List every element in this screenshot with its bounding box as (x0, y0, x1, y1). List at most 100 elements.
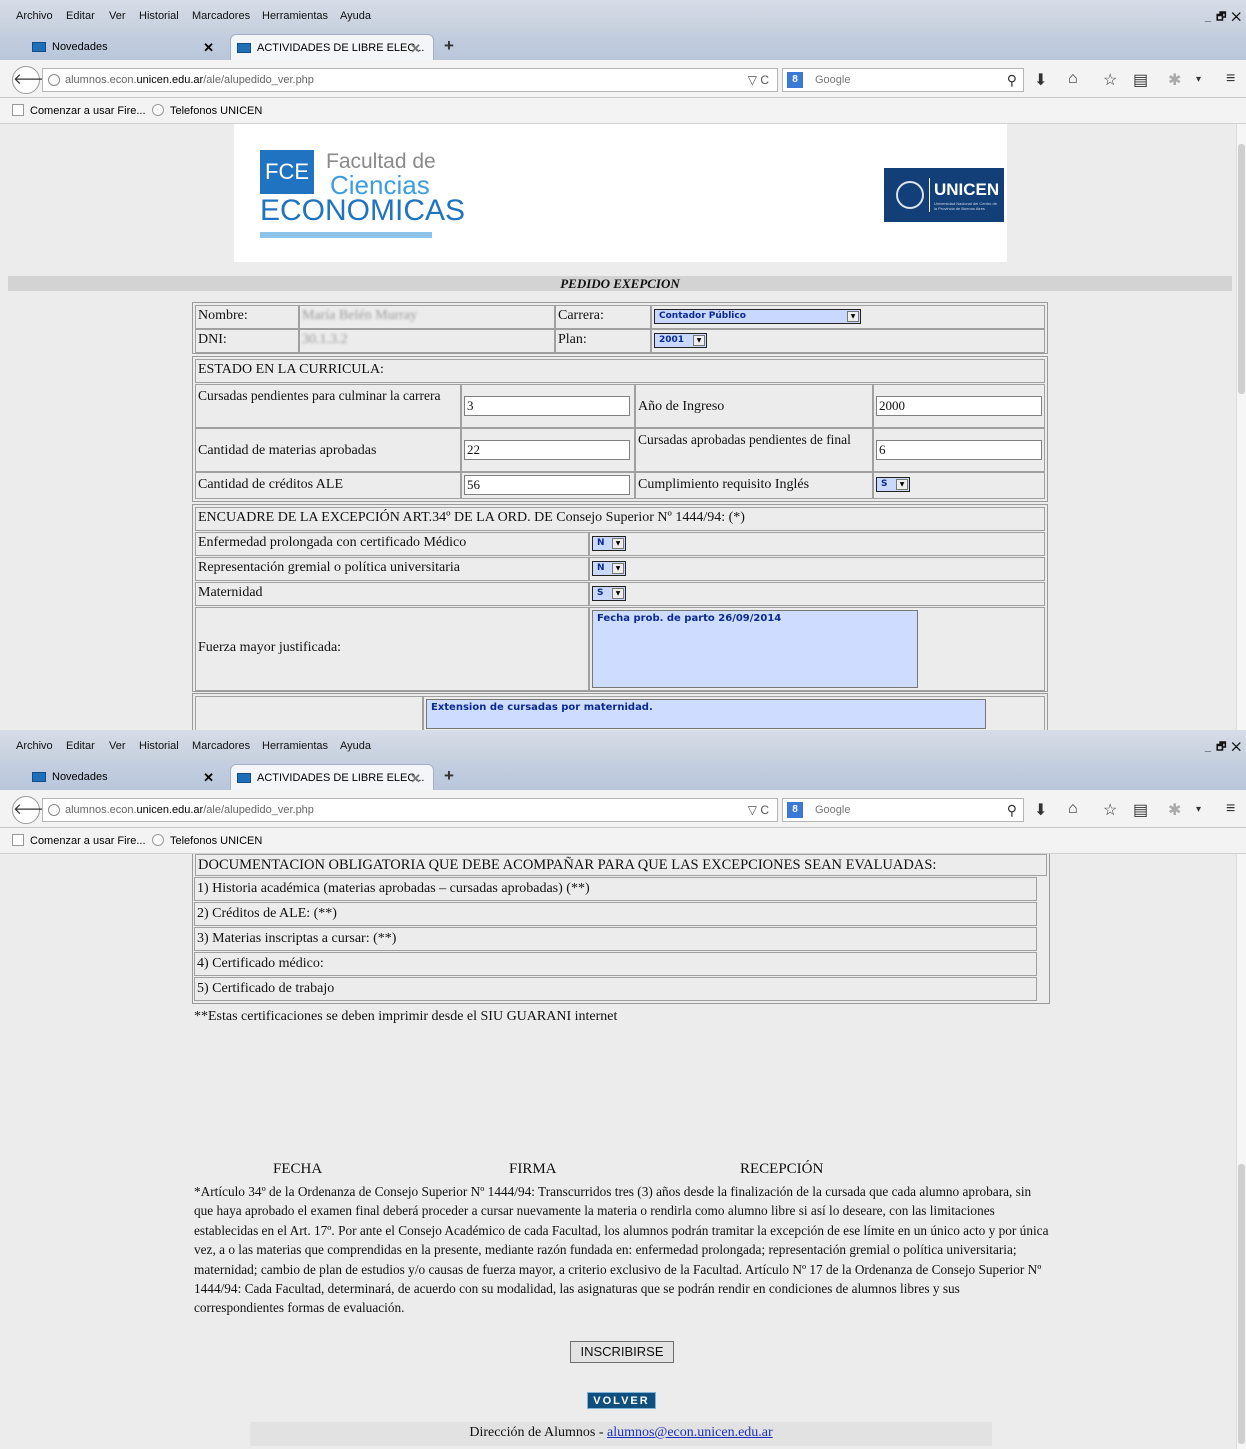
close-icon[interactable]: ✕ (410, 41, 421, 57)
bookmark-comenzar[interactable]: Comenzar a usar Fire... (12, 104, 146, 117)
inscribirse-button[interactable]: INSCRIBIRSE (570, 1341, 674, 1363)
email-link[interactable]: alumnos@econ.unicen.edu.ar (607, 1425, 773, 1440)
url-prefix: alumnos.econ. (65, 74, 137, 86)
star-icon[interactable]: ☆ (1103, 70, 1117, 90)
observacion-textarea[interactable]: Extension de cursadas por maternidad. (426, 699, 986, 729)
search-input[interactable]: 8 Google ⚲ (782, 798, 1024, 822)
menu-icon[interactable]: ≡ (1226, 800, 1235, 818)
tab-actividades[interactable]: ACTIVIDADES DE LIBRE ELEC... ✕ (230, 34, 434, 60)
docs-note: **Estas certificaciones se deben imprimi… (194, 1009, 618, 1024)
observacion-label (195, 696, 423, 730)
close-icon[interactable]: ✕ (203, 770, 214, 786)
window-controls[interactable]: _ 🗗 ✕ (1205, 738, 1242, 757)
page-icon (12, 104, 24, 116)
tab-actividades[interactable]: ACTIVIDADES DE LIBRE ELEC... ✕ (230, 764, 434, 790)
reading-list-icon[interactable]: ▤ (1133, 800, 1148, 820)
observacion-cell: Extension de cursadas por maternidad. (423, 696, 1045, 730)
new-tab-icon[interactable]: + (444, 766, 454, 786)
download-icon[interactable]: ⬇ (1034, 70, 1047, 90)
dropdown-icon[interactable]: ▾ (1196, 804, 1201, 815)
menu-bar: Archivo Editar Ver Historial Marcadores … (0, 730, 1246, 762)
volver-button[interactable]: VOLVER (587, 1392, 656, 1409)
reading-list-icon[interactable]: ▤ (1133, 70, 1148, 90)
bookmark-telefonos[interactable]: Telefonos UNICEN (152, 834, 262, 847)
menu-marcadores[interactable]: Marcadores (192, 740, 250, 752)
new-tab-icon[interactable]: + (444, 36, 454, 56)
menu-historial[interactable]: Historial (139, 10, 179, 22)
creditos-input[interactable]: 56 (464, 475, 630, 495)
menu-editar[interactable]: Editar (66, 10, 95, 22)
article-text: *Artículo 34º de la Ordenanza de Consejo… (194, 1184, 1049, 1316)
carrera-label: Carrera: (555, 305, 651, 329)
enfermedad-select[interactable]: N ▼ (592, 536, 626, 551)
unicen-logo: UNICEN Universidad Nacional del Centro d… (884, 168, 1004, 222)
maternidad-label: Maternidad (195, 582, 589, 606)
ingles-select[interactable]: S ▼ (876, 477, 910, 492)
globe-icon (48, 804, 60, 816)
menu-marcadores[interactable]: Marcadores (192, 10, 250, 22)
tab-label: Novedades (52, 771, 108, 783)
anio-ingreso-cell: 2000 (873, 384, 1045, 428)
nav-bar: 🡐 alumnos.econ.unicen.edu.ar/ale/alupedi… (0, 790, 1246, 828)
browser-window-bottom: Archivo Editar Ver Historial Marcadores … (0, 730, 1246, 1449)
vertical-scrollbar[interactable] (1236, 124, 1246, 730)
menu-historial[interactable]: Historial (139, 740, 179, 752)
window-controls[interactable]: _ 🗗 ✕ (1205, 8, 1242, 27)
cursadas-aprob-cell: 6 (873, 428, 1045, 472)
addon-icon[interactable]: ✱ (1168, 800, 1181, 820)
bookmark-comenzar[interactable]: Comenzar a usar Fire... (12, 834, 146, 847)
menu-herramientas[interactable]: Herramientas (262, 740, 328, 752)
bookmarks-bar: Comenzar a usar Fire... Telefonos UNICEN (0, 828, 1246, 854)
carrera-select[interactable]: Contador Público ▼ (654, 309, 861, 324)
materias-aprob-label: Cantidad de materias aprobadas (195, 428, 461, 472)
menu-archivo[interactable]: Archivo (16, 10, 53, 22)
back-arrow-icon[interactable]: 🡐 (12, 66, 53, 94)
home-icon[interactable]: ⌂ (1068, 70, 1078, 88)
menu-editar[interactable]: Editar (66, 740, 95, 752)
maternidad-cell: S ▼ (589, 582, 1045, 606)
dropdown-icon[interactable]: ▾ (1196, 74, 1201, 85)
menu-ayuda[interactable]: Ayuda (340, 740, 371, 752)
unicen-favicon-icon (152, 834, 164, 846)
tab-novedades[interactable]: Novedades ✕ (26, 34, 226, 60)
chevron-down-icon: ▼ (896, 479, 908, 490)
menu-herramientas[interactable]: Herramientas (262, 10, 328, 22)
tab-label: ACTIVIDADES DE LIBRE ELEC... (257, 772, 425, 784)
search-icon[interactable]: ⚲ (1007, 69, 1017, 91)
bookmark-telefonos[interactable]: Telefonos UNICEN (152, 104, 262, 117)
close-icon[interactable]: ✕ (203, 40, 214, 56)
menu-ver[interactable]: Ver (109, 10, 126, 22)
cursadas-pend-label: Cursadas pendientes para culminar la car… (195, 384, 461, 428)
google-icon: 8 (787, 802, 803, 818)
fce-favicon-icon (237, 773, 251, 783)
cursadas-pend-input[interactable]: 3 (464, 396, 630, 416)
star-icon[interactable]: ☆ (1103, 800, 1117, 820)
anio-ingreso-input[interactable]: 2000 (876, 396, 1042, 416)
reload-icon[interactable]: ▽ C (748, 799, 769, 821)
url-bar[interactable]: alumnos.econ.unicen.edu.ar/ale/alupedido… (42, 798, 778, 822)
nombre-label: Nombre: (195, 305, 299, 329)
search-input[interactable]: 8 Google ⚲ (782, 68, 1024, 92)
maternidad-select[interactable]: S ▼ (592, 586, 626, 601)
download-icon[interactable]: ⬇ (1034, 800, 1047, 820)
back-arrow-icon[interactable]: 🡐 (12, 796, 53, 824)
close-icon[interactable]: ✕ (410, 771, 421, 787)
materias-aprob-input[interactable]: 22 (464, 440, 630, 460)
cursadas-aprob-input[interactable]: 6 (876, 440, 1042, 460)
menu-archivo[interactable]: Archivo (16, 740, 53, 752)
menu-icon[interactable]: ≡ (1226, 70, 1235, 88)
home-icon[interactable]: ⌂ (1068, 800, 1078, 818)
vertical-scrollbar[interactable] (1236, 854, 1246, 1449)
addon-icon[interactable]: ✱ (1168, 70, 1181, 90)
url-bar[interactable]: alumnos.econ.unicen.edu.ar/ale/alupedido… (42, 68, 778, 92)
search-icon[interactable]: ⚲ (1007, 799, 1017, 821)
representacion-select[interactable]: N ▼ (592, 561, 626, 576)
tab-novedades[interactable]: Novedades ✕ (26, 764, 226, 790)
plan-select[interactable]: 2001 ▼ (654, 333, 707, 348)
menu-ayuda[interactable]: Ayuda (340, 10, 371, 22)
fuerza-textarea[interactable]: Fecha prob. de parto 26/09/2014 (592, 610, 918, 688)
menu-ver[interactable]: Ver (109, 740, 126, 752)
cursadas-pend-cell: 3 (461, 384, 635, 428)
reload-icon[interactable]: ▽ C (748, 69, 769, 91)
search-placeholder: Google (815, 804, 851, 816)
